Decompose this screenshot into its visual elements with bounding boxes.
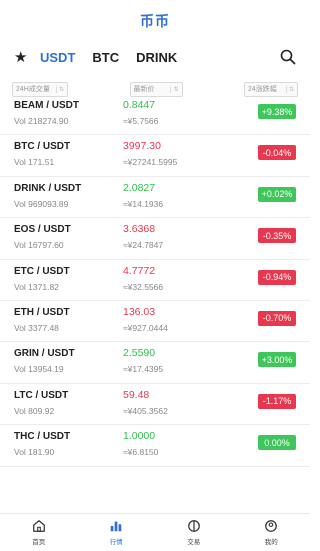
cny-price: ≈¥5.7566 <box>123 116 159 126</box>
pair-name: DRINK / USDT <box>14 182 82 194</box>
last-price: 3997.30 <box>123 140 161 153</box>
last-price: 136.03 <box>123 305 156 318</box>
nav-trade-label: 交易 <box>187 539 201 546</box>
market-tabs: ★ USDT BTC DRINK <box>0 42 310 72</box>
volume: Vol 809.92 <box>14 405 55 416</box>
cny-price: ≈¥405.3562 <box>123 405 168 416</box>
last-price: 0.8447 <box>123 99 156 111</box>
nav-trade[interactable]: 交易 <box>155 514 233 551</box>
home-icon <box>32 520 45 532</box>
change-badge: +0.02% <box>258 186 296 202</box>
volume: Vol 1371.82 <box>14 281 59 292</box>
trade-icon <box>187 520 200 532</box>
cny-price: ≈¥14.1936 <box>123 198 164 209</box>
change-badge: -0.94% <box>258 269 296 285</box>
pair-name: EOS / USDT <box>14 224 71 236</box>
tab-btc[interactable]: BTC <box>92 50 119 65</box>
change-badge: -0.35% <box>258 228 296 244</box>
last-price: 2.0827 <box>123 181 156 194</box>
pair-name: BEAM / USDT <box>14 100 79 111</box>
tab-drink[interactable]: DRINK <box>136 50 177 65</box>
bottom-nav: 首页 行情 交易 我的 <box>0 513 310 551</box>
pair-name: ETH / USDT <box>14 306 70 318</box>
last-price: 4.7772 <box>123 264 156 277</box>
last-price: 1.0000 <box>123 430 156 443</box>
last-price: 3.6368 <box>123 223 156 236</box>
profile-icon <box>265 520 278 532</box>
change-badge: -1.17% <box>258 393 296 409</box>
cny-price: ≈¥17.4395 <box>123 364 164 375</box>
cny-price: ≈¥927.0444 <box>123 322 168 333</box>
sort-change-label: 24涨跌幅 <box>248 86 277 93</box>
sort-arrows-icon: ⇅ <box>55 85 64 93</box>
sort-arrows-icon: ⇅ <box>285 85 294 93</box>
last-price: 2.5590 <box>123 347 156 360</box>
sort-price-label: 最新价 <box>133 86 155 93</box>
change-badge: 0.00% <box>258 435 296 451</box>
pair-name: LTC / USDT <box>14 389 69 401</box>
market-row[interactable]: ETH / USDT Vol 3377.48 136.03 ≈¥927.0444… <box>0 301 310 343</box>
market-row[interactable]: BTC / USDT Vol 171.51 3997.30 ≈¥27241.59… <box>0 135 310 177</box>
cny-price: ≈¥32.5566 <box>123 281 164 292</box>
volume: Vol 181.90 <box>14 447 55 458</box>
pair-name: GRIN / USDT <box>14 348 75 360</box>
market-row[interactable]: ETC / USDT Vol 1371.82 4.7772 ≈¥32.5566 … <box>0 260 310 301</box>
cny-price: ≈¥24.7847 <box>123 240 164 251</box>
change-badge: +9.38% <box>258 104 296 119</box>
market-row[interactable]: GRIN / USDT Vol 13954.19 2.5590 ≈¥17.439… <box>0 342 310 384</box>
nav-market[interactable]: 行情 <box>78 514 156 551</box>
tab-usdt[interactable]: USDT <box>40 50 75 65</box>
nav-home-label: 首页 <box>32 539 46 546</box>
market-list: BEAM / USDT Vol 218274.90 0.8447 ≈¥5.756… <box>0 94 310 467</box>
nav-profile[interactable]: 我的 <box>233 514 311 551</box>
nav-home[interactable]: 首页 <box>0 514 78 551</box>
market-row[interactable]: LTC / USDT Vol 809.92 59.48 ≈¥405.3562 -… <box>0 384 310 426</box>
sort-arrows-icon: ⇅ <box>170 85 179 93</box>
pair-name: ETC / USDT <box>14 265 70 277</box>
market-row[interactable]: DRINK / USDT Vol 969093.89 2.0827 ≈¥14.1… <box>0 177 310 219</box>
volume: Vol 3377.48 <box>14 322 59 333</box>
market-row[interactable]: THC / USDT Vol 181.90 1.0000 ≈¥6.8150 0.… <box>0 425 310 467</box>
change-badge: -0.04% <box>258 145 296 161</box>
sort-volume-label: 24H成交量 <box>16 86 50 93</box>
pair-name: BTC / USDT <box>14 141 71 153</box>
last-price: 59.48 <box>123 388 150 401</box>
pair-name: THC / USDT <box>14 431 71 443</box>
market-row[interactable]: BEAM / USDT Vol 218274.90 0.8447 ≈¥5.756… <box>0 94 310 136</box>
change-badge: -0.70% <box>258 310 296 326</box>
page-title: 币币 <box>140 13 170 29</box>
favorites-star-icon[interactable]: ★ <box>14 48 40 66</box>
volume: Vol 218274.90 <box>14 116 69 126</box>
volume: Vol 969093.89 <box>14 198 69 209</box>
title-bar: 币币 <box>0 0 310 42</box>
chart-icon <box>111 521 122 532</box>
search-icon[interactable] <box>280 49 296 65</box>
cny-price: ≈¥6.8150 <box>123 447 159 458</box>
cny-price: ≈¥27241.5995 <box>123 157 178 168</box>
volume: Vol 16797.60 <box>14 240 64 251</box>
nav-profile-label: 我的 <box>264 539 278 546</box>
change-badge: +3.00% <box>258 352 296 368</box>
volume: Vol 13954.19 <box>14 364 64 375</box>
volume: Vol 171.51 <box>14 157 55 168</box>
market-row[interactable]: EOS / USDT Vol 16797.60 3.6368 ≈¥24.7847… <box>0 218 310 260</box>
nav-market-label: 行情 <box>109 539 123 546</box>
